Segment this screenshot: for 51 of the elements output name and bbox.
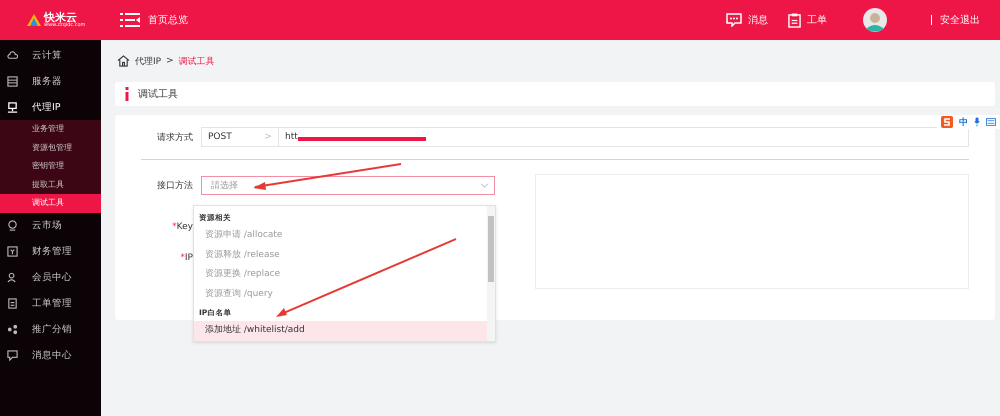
microphone-icon[interactable] <box>974 117 980 127</box>
form-label: *IP <box>179 253 194 263</box>
sidebar-item[interactable]: 财务管理 <box>0 238 101 264</box>
sidebar-item[interactable]: 代理IP <box>0 94 101 120</box>
ime-mode[interactable]: 中 <box>959 116 968 128</box>
logout-link[interactable]: 安全退出 <box>940 13 1000 27</box>
submenu-item[interactable]: 密钥管理 <box>0 157 101 176</box>
clipboard-icon <box>7 298 18 309</box>
cloud-icon <box>7 50 18 60</box>
clipboard-icon[interactable] <box>788 12 801 28</box>
dropdown-option[interactable]: 添加地址 /whitelist/add <box>194 321 487 340</box>
server-icon <box>7 76 18 86</box>
submenu-item[interactable]: 业务管理 <box>0 120 101 138</box>
scrollbar[interactable] <box>487 206 495 341</box>
breadcrumb-link[interactable]: 调试工具 <box>178 54 215 68</box>
page-title: 调试工具 <box>138 88 178 101</box>
home-link[interactable]: 首页总览 <box>148 13 188 27</box>
form-label: 请求方式 <box>156 132 194 144</box>
chevron-down-icon <box>480 182 489 188</box>
breadcrumb-link[interactable]: 代理IP <box>135 54 162 68</box>
sidebar-item[interactable]: 推广分销 <box>0 316 101 342</box>
form-label: *Key <box>171 222 194 232</box>
avatar-icon[interactable] <box>863 8 887 32</box>
info-icon <box>125 87 129 101</box>
menu-icon[interactable] <box>120 13 140 27</box>
logo-text: 快米云 <box>44 12 77 23</box>
breadcrumb-separator: > <box>166 56 174 66</box>
sidebar-item[interactable]: 云计算 <box>0 42 101 68</box>
user-icon <box>7 272 18 283</box>
monitor-icon <box>7 102 18 112</box>
home-icon[interactable] <box>117 55 130 67</box>
submenu-item[interactable]: 调试工具 <box>0 194 101 212</box>
header-link[interactable]: 消息 <box>748 13 768 27</box>
keyboard-icon[interactable] <box>986 118 996 126</box>
sidebar-item[interactable]: 云市场 <box>0 212 101 238</box>
sidebar-item[interactable]: 会员中心 <box>0 264 101 290</box>
sidebar-item[interactable]: 服务器 <box>0 68 101 94</box>
url-field[interactable]: htt <box>279 127 969 147</box>
submenu-item[interactable]: 提取工具 <box>0 176 101 194</box>
globe-icon <box>7 220 18 231</box>
form-label: 接口方法 <box>156 180 194 192</box>
sidebar-item[interactable]: 消息中心 <box>0 342 101 368</box>
chat-icon[interactable] <box>726 13 742 27</box>
header-link[interactable]: 工单 <box>807 13 827 27</box>
chat-icon <box>7 350 18 361</box>
submenu-item[interactable]: 资源包管理 <box>0 138 101 157</box>
share-icon <box>7 324 18 335</box>
logo-icon <box>26 13 42 27</box>
method-select[interactable]: POST > <box>201 127 279 147</box>
finance-icon <box>7 246 18 257</box>
sidebar-item[interactable]: 工单管理 <box>0 290 101 316</box>
